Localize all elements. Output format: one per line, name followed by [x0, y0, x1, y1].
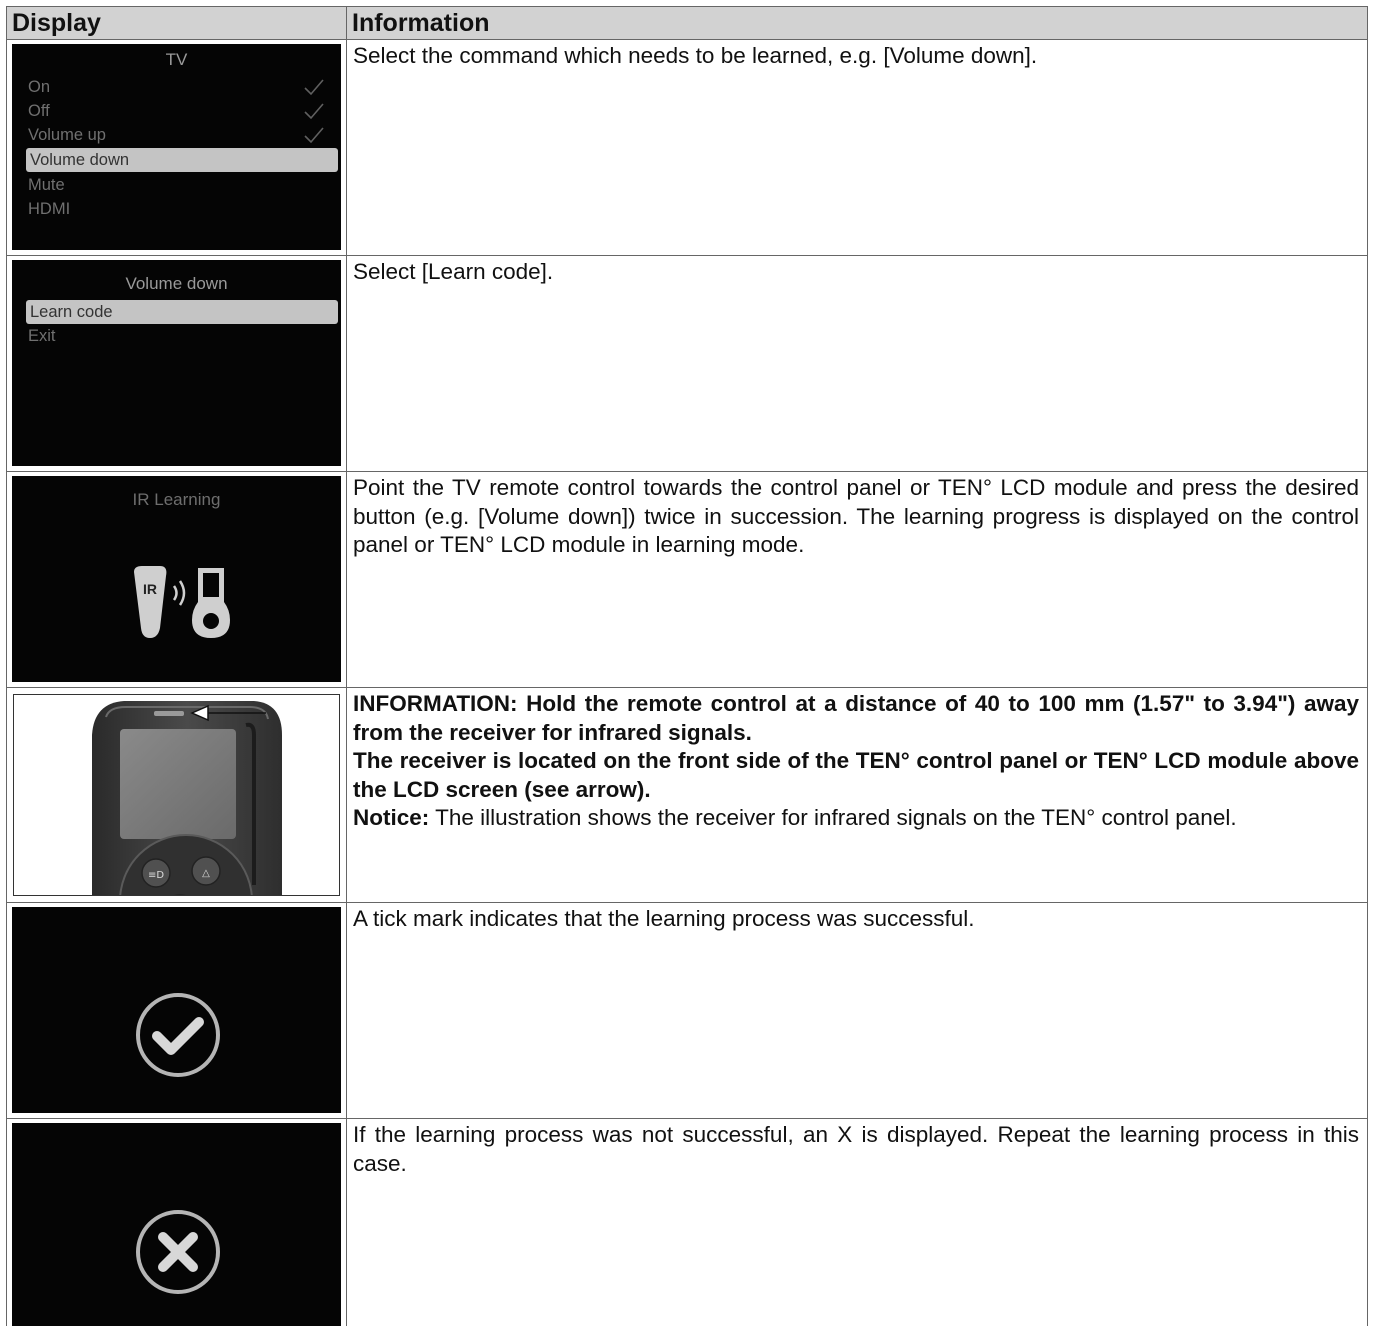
- table-row: If the learning process was not successf…: [6, 1119, 1368, 1326]
- receiver-location-note: The receiver is located on the front sid…: [353, 748, 1359, 802]
- table-row: TV On Off Volume up Volume down Mute HDM…: [6, 40, 1368, 256]
- table-header: Display Information: [6, 6, 1368, 40]
- info-text: INFORMATION: Hold the remote control at …: [348, 688, 1367, 833]
- control-panel-drawing: ≡D △: [92, 701, 282, 895]
- control-panel-receiver-illustration: ≡D △: [13, 694, 340, 896]
- table-row: A tick mark indicates that the learning …: [6, 903, 1368, 1119]
- information-note: INFORMATION: Hold the remote control at …: [353, 691, 1359, 745]
- check-circle-icon: [136, 993, 220, 1077]
- lcd-screen-success: [12, 907, 341, 1113]
- info-text: Point the TV remote control towards the …: [353, 475, 1359, 557]
- notice-text: The illustration shows the receiver for …: [429, 805, 1237, 830]
- menu-item: Exit: [28, 327, 56, 345]
- header-information: Information: [352, 9, 490, 37]
- lcd-screen-failure: [12, 1123, 341, 1326]
- lcd-screen-tv-menu: TV On Off Volume up Volume down Mute HDM…: [12, 44, 341, 250]
- table-row: IR Learning IR Point the TV remote contr…: [6, 472, 1368, 688]
- info-text: Select the command which needs to be lea…: [353, 43, 1038, 68]
- table-row: ≡D △ INFORMATION: Hold the remote contro…: [6, 688, 1368, 903]
- svg-text:△: △: [202, 868, 210, 879]
- svg-text:≡D: ≡D: [148, 870, 164, 881]
- header-display: Display: [12, 9, 101, 37]
- menu-item: HDMI: [28, 200, 71, 218]
- menu-item: Off: [24, 99, 340, 123]
- info-text: Select [Learn code].: [353, 259, 554, 284]
- screen-title: TV: [165, 50, 188, 69]
- check-icon: [304, 127, 324, 144]
- ir-learning-icon: IR: [134, 566, 230, 638]
- notice-label: Notice:: [353, 805, 430, 830]
- menu-item: Mute: [28, 176, 65, 194]
- notice-paragraph: Notice: The illustration shows the recei…: [353, 804, 1359, 833]
- menu-item: On: [24, 75, 340, 99]
- menu-item-selected: Volume down: [26, 148, 338, 172]
- table-row: Volume down Learn code Exit Select [Lear…: [6, 256, 1368, 472]
- lcd-screen-learn-menu: Volume down Learn code Exit: [12, 260, 341, 466]
- check-icon: [304, 79, 324, 96]
- menu-item-selected: Learn code: [26, 300, 338, 324]
- info-text: A tick mark indicates that the learning …: [353, 906, 975, 931]
- lcd-screen-ir-learning: IR Learning IR: [12, 476, 341, 682]
- screen-title: IR Learning: [132, 490, 221, 509]
- menu-item: Volume up: [24, 123, 340, 147]
- ir-icon-label: IR: [143, 581, 157, 597]
- screen-title: Volume down: [125, 274, 228, 293]
- check-icon: [304, 103, 324, 120]
- x-circle-icon: [136, 1210, 220, 1294]
- info-text: If the learning process was not successf…: [353, 1122, 1359, 1176]
